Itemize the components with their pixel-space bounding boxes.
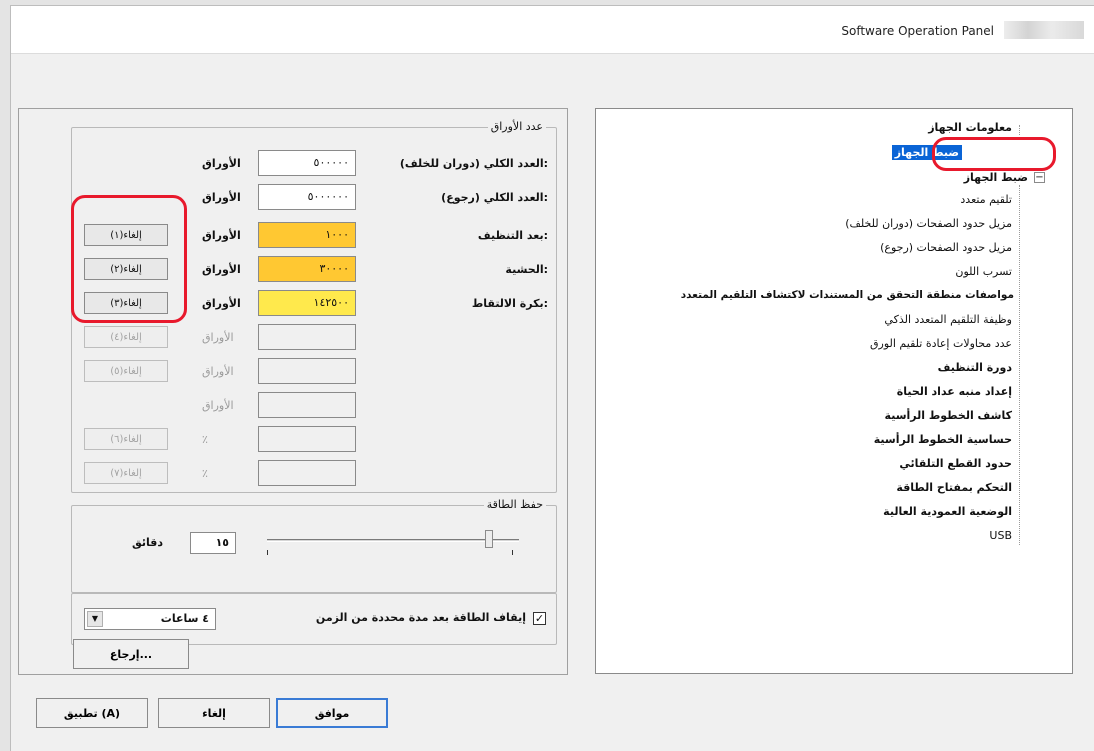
counter-row-disabled-4: الأوراق إلغاء(٤) xyxy=(72,324,556,354)
counter-label: بكرة الالتقاط: xyxy=(471,297,548,310)
counter-label: بعد التنظيف: xyxy=(477,229,548,242)
tree-item-life-counter-alarm[interactable]: إعداد منبه عداد الحياة xyxy=(897,385,1012,398)
counter-value: ٥٠٠٠٠٠٠ xyxy=(258,184,356,210)
chevron-down-icon[interactable]: ▼ xyxy=(87,611,103,627)
counter-label: الحشية: xyxy=(505,263,548,276)
counter-unit: ٪ xyxy=(202,433,208,446)
slider-tick-min xyxy=(267,550,268,555)
apply-button[interactable]: تطبيق (A) xyxy=(36,698,148,728)
tree-item-multifeed-area[interactable]: مواصفات منطقة التحقق من المستندات لاكتشا… xyxy=(681,289,1014,301)
counter-value xyxy=(258,358,356,384)
tree-item-usb[interactable]: USB xyxy=(989,529,1012,542)
tree-item-power-button-control[interactable]: التحكم بمفتاح الطاقة xyxy=(896,481,1012,494)
counter-unit: الأوراق xyxy=(202,229,241,242)
power-saving-group: حفظ الطاقة دقائق ١٥ xyxy=(71,498,557,593)
ok-button[interactable]: موافق xyxy=(276,698,388,728)
counter-value: ١٤٢٥٠٠ xyxy=(258,290,356,316)
counter-unit: الأوراق xyxy=(202,331,234,344)
clear-counter-6-button[interactable]: إلغاء(٦) xyxy=(84,428,168,450)
cancel-button[interactable]: إلغاء xyxy=(158,698,270,728)
tree-item-page-edge-return[interactable]: مزيل حدود الصفحات (رجوع) xyxy=(880,241,1012,254)
counter-label: العدد الكلي (دوران للخلف): xyxy=(399,157,548,170)
power-saving-slider-track[interactable] xyxy=(267,539,519,542)
dropdown-selected-value: ٤ ساعات xyxy=(160,612,209,625)
counter-value xyxy=(258,324,356,350)
counter-value: ٣٠٠٠٠ xyxy=(258,256,356,282)
window-title: Software Operation Panel xyxy=(841,24,994,38)
reset-button[interactable]: إرجاع... xyxy=(73,639,189,669)
tree-item-device-setting[interactable]: ضبط الجهاز xyxy=(964,171,1028,184)
tree-item-vertical-streak-detect[interactable]: كاشف الخطوط الرأسية xyxy=(885,409,1012,422)
power-saving-minutes-field[interactable]: ١٥ xyxy=(190,532,236,554)
counter-unit: الأوراق xyxy=(202,191,241,204)
counter-unit: الأوراق xyxy=(202,399,234,412)
redacted-title-suffix xyxy=(1004,21,1084,39)
power-saving-group-title: حفظ الطاقة xyxy=(483,498,546,511)
tree-item-cleaning-cycle[interactable]: دورة التنظيف xyxy=(938,361,1012,374)
device-settings-panel: عدد الأوراق العدد الكلي (دوران للخلف): ٥… xyxy=(18,108,568,675)
tree-item-color-dropout[interactable]: تسرب اللون xyxy=(955,265,1012,278)
clear-counter-7-button[interactable]: إلغاء(٧) xyxy=(84,462,168,484)
counter-label: العدد الكلي (رجوع): xyxy=(441,191,548,204)
tree-selection-highlight xyxy=(932,137,1056,171)
minutes-unit-label: دقائق xyxy=(132,536,164,549)
counter-value xyxy=(258,460,356,486)
counter-unit: الأوراق xyxy=(202,263,241,276)
counter-row-disabled-blank: الأوراق xyxy=(72,392,556,422)
tree-item-page-edge-back[interactable]: مزيل حدود الصفحات (دوران للخلف) xyxy=(845,217,1012,230)
counter-row-disabled-7: ٪ إلغاء(٧) xyxy=(72,460,556,490)
clear-counter-4-button[interactable]: إلغاء(٤) xyxy=(84,326,168,348)
tree-item-autocrop-margin[interactable]: حدود القطع التلقائي xyxy=(899,457,1012,470)
auto-power-off-group: ▼ ٤ ساعات ✓ إيقاف الطاقة بعد مدة محددة م… xyxy=(71,593,557,645)
counter-unit: الأوراق xyxy=(202,365,234,378)
sheet-counter-group-title: عدد الأوراق xyxy=(487,120,546,133)
counter-row-disabled-5: الأوراق إلغاء(٥) xyxy=(72,358,556,388)
tree-item-intelligent-multifeed[interactable]: وظيفة التلقيم المتعدد الذكي xyxy=(884,313,1012,326)
tree-connector xyxy=(1019,185,1020,545)
tree-item-multifeed[interactable]: تلقيم متعدد xyxy=(960,193,1012,206)
counter-row-disabled-6: ٪ إلغاء(٦) xyxy=(72,426,556,456)
auto-power-off-checkbox[interactable]: ✓ xyxy=(533,612,546,625)
tree-item-high-altitude-mode[interactable]: الوضعية العمودية العالية xyxy=(883,505,1012,518)
power-saving-slider-thumb[interactable] xyxy=(484,530,493,548)
slider-tick-max xyxy=(512,550,513,555)
tree-item-pick-retry[interactable]: عدد محاولات إعادة تلقيم الورق xyxy=(870,337,1012,350)
counter-unit: الأوراق xyxy=(202,297,241,310)
title-bar: Software Operation Panel xyxy=(11,6,1094,54)
clear-counter-5-button[interactable]: إلغاء(٥) xyxy=(84,360,168,382)
counter-unit: ٪ xyxy=(202,467,208,480)
counter-value: ٥٠٠٠٠٠ xyxy=(258,150,356,176)
counter-row-total-back: العدد الكلي (دوران للخلف): ٥٠٠٠٠٠ الأورا… xyxy=(72,150,556,180)
tree-connector xyxy=(1019,125,1020,135)
clear-buttons-highlight xyxy=(71,195,187,323)
counter-value xyxy=(258,426,356,452)
settings-tree: معلومات الجهاز ضبط الجهاز − ضبط الجهاز ت… xyxy=(595,108,1073,674)
counter-value xyxy=(258,392,356,418)
auto-power-off-duration-dropdown[interactable]: ▼ ٤ ساعات xyxy=(84,608,216,630)
counter-value: ١٠٠٠ xyxy=(258,222,356,248)
auto-power-off-label: إيقاف الطاقة بعد مدة محددة من الزمن xyxy=(315,611,526,624)
collapse-icon[interactable]: − xyxy=(1034,172,1045,183)
counter-unit: الأوراق xyxy=(202,157,241,170)
tree-item-device-info[interactable]: معلومات الجهاز xyxy=(928,121,1012,134)
tree-item-vertical-streak-sensitivity[interactable]: حساسية الخطوط الرأسية xyxy=(874,433,1012,446)
